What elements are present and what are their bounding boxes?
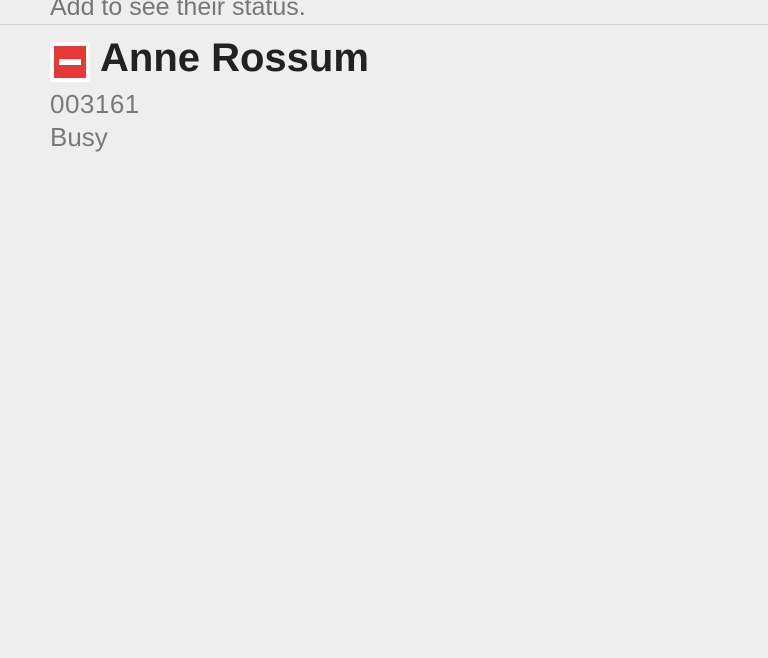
contact-number: 003161 <box>50 89 140 119</box>
contact-entry[interactable]: Anne Rossum 003161 Busy <box>50 34 750 154</box>
contact-status-label: Busy <box>50 122 108 152</box>
contact-status-screen: Add to see their status. Anne Rossum 003… <box>0 0 768 658</box>
contact-header: Anne Rossum <box>50 34 750 82</box>
busy-icon <box>50 42 90 82</box>
divider <box>0 24 768 25</box>
contact-name: Anne Rossum <box>100 36 369 80</box>
busy-icon-graphic <box>54 46 86 78</box>
status-hint-text: Add to see their status. <box>50 0 306 21</box>
